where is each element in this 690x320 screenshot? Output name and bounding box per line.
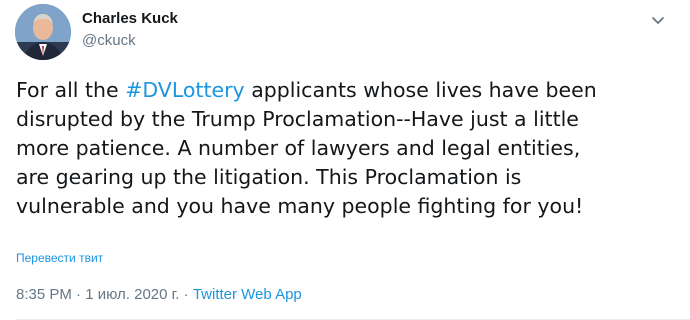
chevron-down-icon[interactable] [648, 10, 668, 30]
hashtag-link[interactable]: #DVLottery [125, 78, 244, 102]
tweet-line: For all the #DVLottery applicants whose … [16, 76, 676, 105]
author-display-name[interactable]: Charles Kuck [82, 9, 178, 29]
tweet-text: For all the #DVLottery applicants whose … [16, 76, 676, 221]
tweet-line: vulnerable and you have many people figh… [16, 194, 584, 218]
meta-separator: · [71, 286, 86, 303]
tweet-source-link[interactable]: Twitter Web App [193, 286, 302, 303]
tweet-date[interactable]: 1 июл. 2020 г. [85, 286, 179, 303]
author-block: Charles Kuck @ckuck [82, 9, 178, 51]
tweet-line: disrupted by the Trump Proclamation--Hav… [16, 107, 579, 131]
tweet-time[interactable]: 8:35 PM [16, 286, 72, 303]
tweet-card: Charles Kuck @ckuck For all the #DVLotte… [0, 0, 690, 320]
translate-tweet-link[interactable]: Перевести твит [16, 251, 103, 265]
tweet-line: are gearing up the litigation. This Proc… [16, 165, 522, 189]
tweet-text-segment: For all the [16, 78, 126, 102]
avatar[interactable] [15, 4, 71, 60]
avatar-photo [15, 4, 71, 60]
tweet-meta: 8:35 PM · 1 июл. 2020 г. · Twitter Web A… [16, 286, 302, 303]
tweet-text-segment: applicants whose lives have been [244, 78, 597, 102]
meta-separator: · [179, 286, 193, 303]
author-handle[interactable]: @ckuck [82, 31, 178, 51]
tweet-line: more patience. A number of lawyers and l… [16, 136, 581, 160]
